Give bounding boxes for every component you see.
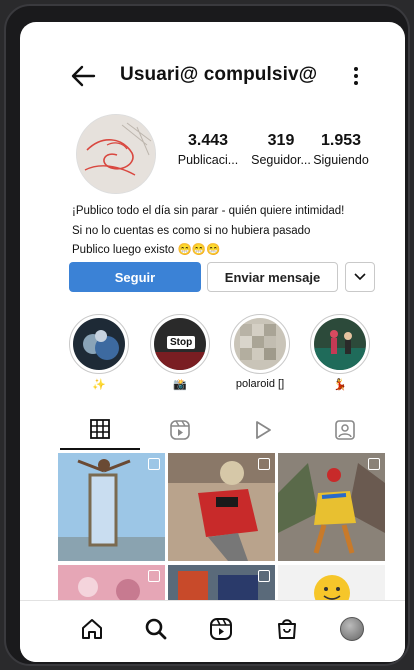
highlight-caption: 📸 — [173, 379, 187, 391]
play-icon — [256, 421, 271, 439]
story-highlight[interactable]: Stop 📸 — [150, 314, 210, 392]
stop-sticker-text: Stop — [167, 336, 196, 349]
story-highlight[interactable]: 💃 — [310, 314, 370, 392]
tab-grid[interactable] — [60, 410, 140, 450]
followers-count: 319 — [267, 132, 295, 149]
posts-count: 3.443 — [187, 132, 229, 149]
story-highlight[interactable]: ✨ — [69, 314, 129, 392]
suggested-accounts-button[interactable] — [345, 262, 375, 292]
tab-reels[interactable] — [140, 410, 220, 450]
avatar-drawing — [77, 115, 155, 193]
highlight-cover: Stop — [154, 318, 206, 370]
profile-avatar[interactable] — [76, 114, 156, 194]
home-icon — [82, 619, 102, 639]
nav-reels[interactable] — [207, 615, 235, 643]
profile-avatar-icon — [340, 617, 364, 641]
highlight-cover — [73, 318, 125, 370]
tagged-icon — [335, 420, 355, 440]
profile-tabs — [60, 410, 405, 450]
nav-home[interactable] — [78, 615, 106, 643]
grid-icon — [90, 419, 110, 439]
back-arrow-icon[interactable] — [70, 64, 96, 88]
bottom-navigation — [20, 600, 405, 662]
stat-posts[interactable]: 3.443 Publicaci... — [173, 132, 243, 167]
followers-label: Seguidor... — [251, 153, 311, 167]
reels-icon — [210, 618, 232, 640]
following-count: 1.953 — [320, 132, 362, 149]
bio-line: Publico luego existo 😁😁😁 — [72, 244, 221, 256]
posts-label: Publicaci... — [177, 153, 239, 167]
profile-screen: Usuari@ compulsiv@ 3.443 Publicaci... 31… — [20, 22, 405, 662]
send-message-button[interactable]: Enviar mensaje — [207, 262, 338, 292]
follow-button[interactable]: Seguir — [69, 262, 201, 292]
highlight-caption: polaroid [] — [235, 378, 285, 390]
reels-icon — [170, 420, 190, 440]
nav-search[interactable] — [142, 615, 170, 643]
tab-tagged[interactable] — [305, 410, 385, 450]
bio-line: Si no lo cuentas es como si no hubiera p… — [72, 224, 311, 237]
post-thumbnail[interactable] — [278, 453, 385, 561]
highlight-cover — [314, 318, 366, 370]
profile-header: Usuari@ compulsiv@ — [20, 56, 405, 96]
search-icon — [145, 618, 167, 640]
following-label: Siguiendo — [313, 153, 369, 167]
highlight-caption: ✨ — [92, 379, 106, 391]
stat-following[interactable]: 1.953 Siguiendo — [310, 132, 372, 167]
profile-username: Usuari@ compulsiv@ — [120, 64, 318, 85]
multi-photo-icon — [258, 458, 270, 470]
nav-shop[interactable] — [273, 615, 301, 643]
multi-photo-icon — [368, 458, 380, 470]
multi-photo-icon — [258, 570, 270, 582]
posts-grid — [58, 453, 386, 608]
highlight-cover — [234, 318, 286, 370]
bio-line: ¡Publico todo el día sin parar - quién q… — [72, 205, 345, 217]
post-thumbnail[interactable] — [168, 453, 275, 561]
shop-icon — [278, 619, 296, 639]
more-options-icon[interactable] — [350, 62, 362, 90]
tab-videos[interactable] — [223, 410, 303, 450]
post-thumbnail[interactable] — [58, 453, 165, 561]
profile-bio: ¡Publico todo el día sin parar - quién q… — [72, 202, 344, 261]
stat-followers[interactable]: 319 Seguidor... — [242, 132, 320, 167]
multi-photo-icon — [148, 570, 160, 582]
phone-frame: Usuari@ compulsiv@ 3.443 Publicaci... 31… — [4, 4, 410, 666]
multi-photo-icon — [148, 458, 160, 470]
highlight-caption: 💃 — [333, 379, 347, 391]
story-highlight[interactable]: polaroid [] — [230, 314, 290, 392]
nav-profile[interactable] — [338, 615, 366, 643]
chevron-down-icon — [354, 273, 366, 281]
